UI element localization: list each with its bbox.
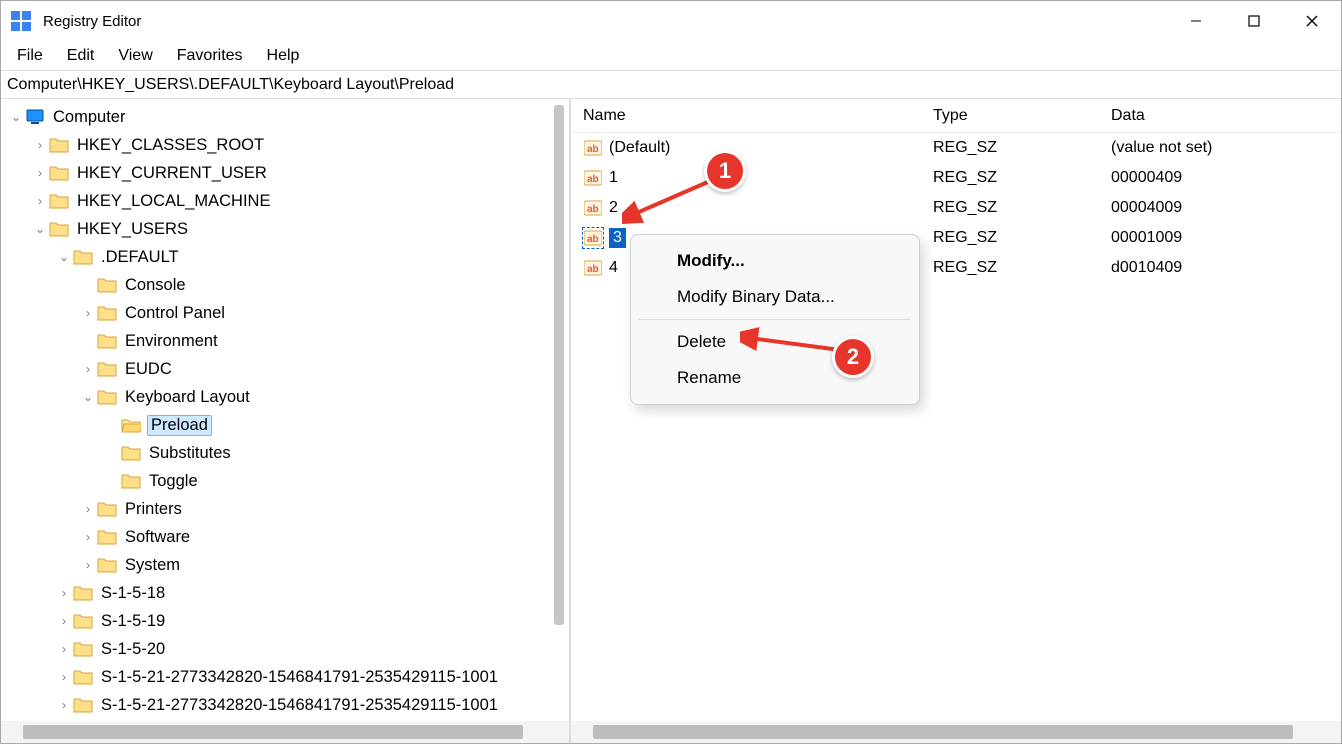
tree-eudc[interactable]: › EUDC — [1, 355, 569, 383]
menu-view[interactable]: View — [106, 43, 164, 69]
chevron-right-icon[interactable]: › — [79, 502, 97, 516]
folder-icon — [97, 359, 117, 379]
folder-icon — [49, 191, 69, 211]
tree-s1518[interactable]: › S-1-5-18 — [1, 579, 569, 607]
tree-environment[interactable]: Environment — [1, 327, 569, 355]
tree-scrollbar[interactable] — [551, 101, 567, 641]
window-title: Registry Editor — [43, 13, 141, 30]
tree-hklm[interactable]: › HKEY_LOCAL_MACHINE — [1, 187, 569, 215]
chevron-down-icon[interactable]: ⌄ — [7, 110, 25, 124]
tree-preload[interactable]: Preload — [1, 411, 569, 439]
list-header: Name Type Data — [571, 99, 1341, 133]
folder-icon — [97, 387, 117, 407]
context-modify-binary[interactable]: Modify Binary Data... — [631, 279, 919, 315]
computer-icon — [25, 107, 45, 127]
address-bar[interactable]: Computer\HKEY_USERS\.DEFAULT\Keyboard La… — [1, 71, 1341, 99]
folder-icon — [97, 499, 117, 519]
annotation-badge-2: 2 — [832, 336, 874, 378]
context-separator — [639, 319, 911, 320]
chevron-right-icon[interactable]: › — [79, 306, 97, 320]
app-icon — [9, 9, 33, 33]
folder-icon — [121, 443, 141, 463]
tree-printers[interactable]: › Printers — [1, 495, 569, 523]
tree-s1521b[interactable]: › S-1-5-21-2773342820-1546841791-2535429… — [1, 691, 569, 719]
chevron-right-icon[interactable]: › — [31, 166, 49, 180]
folder-icon — [97, 555, 117, 575]
folder-icon — [49, 135, 69, 155]
chevron-down-icon[interactable]: ⌄ — [31, 222, 49, 236]
maximize-button[interactable] — [1225, 1, 1283, 41]
chevron-right-icon[interactable]: › — [79, 530, 97, 544]
chevron-right-icon[interactable]: › — [31, 194, 49, 208]
context-menu: Modify... Modify Binary Data... Delete R… — [630, 234, 920, 405]
tree-console[interactable]: Console — [1, 271, 569, 299]
tree-s1519[interactable]: › S-1-5-19 — [1, 607, 569, 635]
folder-icon — [73, 611, 93, 631]
tree-s1521a[interactable]: › S-1-5-21-2773342820-1546841791-2535429… — [1, 663, 569, 691]
menubar: File Edit View Favorites Help — [1, 41, 1341, 71]
menu-help[interactable]: Help — [255, 43, 312, 69]
chevron-right-icon[interactable]: › — [55, 614, 73, 628]
reg-string-icon — [583, 228, 603, 248]
tree-hkcu[interactable]: › HKEY_CURRENT_USER — [1, 159, 569, 187]
folder-open-icon — [121, 415, 141, 435]
tree-pane: ⌄ Computer › HKEY_CLASSES_ROOT › HKEY_CU… — [1, 99, 571, 743]
annotation-badge-1: 1 — [704, 150, 746, 192]
tree-substitutes[interactable]: Substitutes — [1, 439, 569, 467]
context-modify[interactable]: Modify... — [631, 243, 919, 279]
tree-computer[interactable]: ⌄ Computer — [1, 103, 569, 131]
folder-icon — [97, 275, 117, 295]
folder-icon — [73, 695, 93, 715]
chevron-right-icon[interactable]: › — [79, 362, 97, 376]
tree-software[interactable]: › Software — [1, 523, 569, 551]
chevron-right-icon[interactable]: › — [55, 698, 73, 712]
menu-file[interactable]: File — [5, 43, 55, 69]
close-button[interactable] — [1283, 1, 1341, 41]
address-path: Computer\HKEY_USERS\.DEFAULT\Keyboard La… — [7, 76, 454, 94]
tree-hkcr[interactable]: › HKEY_CLASSES_ROOT — [1, 131, 569, 159]
chevron-right-icon[interactable]: › — [31, 138, 49, 152]
tree-default[interactable]: ⌄ .DEFAULT — [1, 243, 569, 271]
tree-hku[interactable]: ⌄ HKEY_USERS — [1, 215, 569, 243]
chevron-right-icon[interactable]: › — [55, 642, 73, 656]
context-rename[interactable]: Rename — [631, 360, 919, 396]
chevron-right-icon[interactable]: › — [55, 586, 73, 600]
folder-icon — [73, 583, 93, 603]
header-name[interactable]: Name — [583, 107, 933, 125]
folder-icon — [97, 527, 117, 547]
chevron-right-icon[interactable]: › — [79, 558, 97, 572]
folder-icon — [49, 163, 69, 183]
minimize-button[interactable] — [1167, 1, 1225, 41]
tree-controlpanel[interactable]: › Control Panel — [1, 299, 569, 327]
folder-icon — [73, 667, 93, 687]
chevron-down-icon[interactable]: ⌄ — [55, 250, 73, 264]
reg-string-icon — [583, 198, 603, 218]
folder-icon — [73, 247, 93, 267]
chevron-right-icon[interactable]: › — [55, 670, 73, 684]
folder-icon — [73, 639, 93, 659]
folder-icon — [97, 331, 117, 351]
folder-icon — [121, 471, 141, 491]
value-row-default[interactable]: (Default) REG_SZ (value not set) — [583, 133, 1341, 163]
tree-keyboardlayout[interactable]: ⌄ Keyboard Layout — [1, 383, 569, 411]
menu-edit[interactable]: Edit — [55, 43, 107, 69]
list-hscroll[interactable] — [571, 721, 1341, 743]
reg-string-icon — [583, 168, 603, 188]
folder-icon — [49, 219, 69, 239]
tree-toggle[interactable]: Toggle — [1, 467, 569, 495]
titlebar[interactable]: Registry Editor — [1, 1, 1341, 41]
reg-string-icon — [583, 138, 603, 158]
header-data[interactable]: Data — [1111, 107, 1341, 125]
tree-s1520[interactable]: › S-1-5-20 — [1, 635, 569, 663]
folder-icon — [97, 303, 117, 323]
reg-string-icon — [583, 258, 603, 278]
header-type[interactable]: Type — [933, 107, 1111, 125]
menu-favorites[interactable]: Favorites — [165, 43, 255, 69]
chevron-down-icon[interactable]: ⌄ — [79, 390, 97, 404]
tree-system[interactable]: › System — [1, 551, 569, 579]
tree-hscroll[interactable] — [1, 721, 569, 743]
